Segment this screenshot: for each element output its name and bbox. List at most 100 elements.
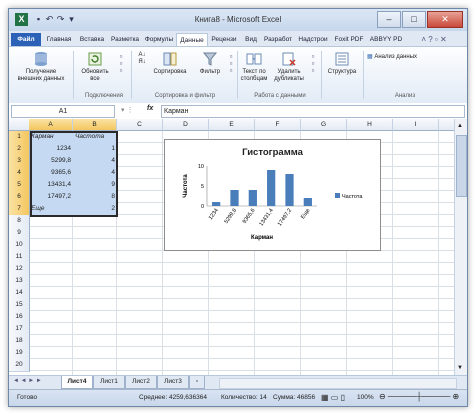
ribbon-separator: [321, 51, 322, 99]
bin-cell[interactable]: 17497,2: [29, 191, 73, 203]
row-header[interactable]: 20: [9, 359, 30, 372]
tab-addins[interactable]: Надстрои: [296, 33, 330, 46]
column-header-c[interactable]: C: [117, 119, 163, 131]
column-header-j[interactable]: J: [439, 119, 455, 131]
refresh-all-button[interactable]: Обновить все: [79, 51, 111, 83]
sheet-tab-1[interactable]: Лист1: [93, 376, 125, 389]
frequency-cell[interactable]: 8: [73, 191, 117, 203]
tab-home[interactable]: Главная: [43, 33, 75, 46]
sort-label: Сортировка: [153, 69, 187, 75]
tab-abbyy-pdf[interactable]: ABBYY PD: [368, 33, 404, 46]
vertical-scrollbar[interactable]: ▲ ▼: [454, 119, 467, 375]
histogram-chart[interactable]: Гистограмма 0 5 10 1234 5299,8 9365,6 13431,4 1…: [164, 139, 381, 251]
sort-az-icon[interactable]: A↓ Я↓: [135, 52, 149, 66]
column-header-i[interactable]: I: [393, 119, 439, 131]
tab-file[interactable]: Файл: [11, 33, 41, 46]
ribbon-separator: [131, 51, 132, 99]
sheet-nav-icons[interactable]: ◄ ◄ ► ►: [13, 378, 42, 384]
tab-formulas[interactable]: Формулы: [143, 33, 175, 46]
column-header-g[interactable]: G: [301, 119, 347, 131]
legend-swatch: [335, 193, 340, 198]
sheet-tab-4[interactable]: Лист4: [61, 376, 93, 389]
frequency-cell[interactable]: 9: [73, 179, 117, 191]
name-box[interactable]: A1: [11, 105, 115, 118]
worksheet-grid[interactable]: ABCDEFGHIJ123456789101112131415161718192…: [9, 119, 455, 375]
bin-cell[interactable]: 5299,8: [29, 155, 73, 167]
tab-data[interactable]: Данные: [176, 33, 208, 47]
get-external-data-button[interactable]: Получение внешних данных: [15, 51, 67, 83]
select-all-corner[interactable]: [9, 119, 30, 131]
filter-icon: [202, 52, 218, 66]
remove-duplicates-button[interactable]: Удалить дубликаты: [271, 51, 307, 83]
outline-button[interactable]: Структура: [325, 51, 359, 76]
group-analysis-label: Анализ: [394, 93, 416, 99]
y-tick-label: 10: [198, 164, 204, 170]
zoom-slider[interactable]: ⊖ ─────┼───── ⊕: [379, 392, 459, 401]
sheet-tab-3[interactable]: Лист3: [157, 376, 189, 389]
frequency-cell[interactable]: 1: [73, 143, 117, 155]
text-to-columns-button[interactable]: Текст по столбцам: [239, 51, 269, 83]
tab-insert[interactable]: Вставка: [77, 33, 107, 46]
advanced-filter-icons[interactable]: ▫ ▫ ▫: [227, 53, 235, 75]
bin-cell[interactable]: 1234: [29, 143, 73, 155]
horizontal-scrollbar[interactable]: [219, 378, 457, 389]
tab-review[interactable]: Рецензи: [208, 33, 240, 46]
formula-input[interactable]: Карман: [161, 105, 465, 118]
close-button[interactable]: ✕: [427, 11, 463, 28]
bin-cell[interactable]: 13431,4: [29, 179, 73, 191]
histogram-bar: [303, 198, 312, 206]
outline-label: Структура: [327, 69, 357, 75]
sheet-tab-2[interactable]: Лист2: [125, 376, 157, 389]
sort-button[interactable]: Сортировка: [149, 51, 191, 76]
column-header-f[interactable]: F: [255, 119, 301, 131]
histogram-bar: [248, 190, 257, 206]
scroll-down-icon[interactable]: ▼: [457, 365, 463, 371]
tab-view[interactable]: Вид: [242, 33, 260, 46]
x-tick-label: 5299,8: [224, 208, 239, 225]
ribbon-help-icons[interactable]: ˄ ? ▫ ✕: [409, 33, 459, 46]
tab-developer[interactable]: Разработ: [262, 33, 294, 46]
column-header-a[interactable]: A: [29, 119, 73, 131]
data-tools-small-icons[interactable]: ▫ ▫ ▫: [307, 53, 319, 75]
title-bar: X ▪ ↶ ↷ ▾ Книга8 - Microsoft Excel – □ ✕: [9, 9, 467, 31]
status-bar: Готово Среднее: 4259,636364 Количество: …: [9, 389, 467, 406]
y-tick-label: 0: [201, 204, 204, 210]
column-header-b[interactable]: B: [73, 119, 117, 131]
connections-small-icons[interactable]: ▫ ▫ ▫: [115, 53, 127, 75]
filter-button[interactable]: Фильтр: [193, 51, 227, 76]
header-cell-frequency[interactable]: Частота: [73, 131, 117, 143]
sort-icon: [163, 52, 177, 66]
column-header-d[interactable]: D: [163, 119, 209, 131]
group-sort-filter-label: Сортировка и фильтр: [154, 93, 216, 99]
remove-duplicates-icon: [282, 52, 296, 66]
insert-function-icon[interactable]: fx: [147, 105, 153, 112]
minimize-button[interactable]: –: [377, 11, 401, 28]
zoom-level[interactable]: 100%: [357, 394, 374, 401]
status-average: Среднее: 4259,636364: [139, 394, 207, 401]
data-analysis-button[interactable]: ▦ Анализ данных: [367, 54, 437, 61]
bin-cell[interactable]: 9365,6: [29, 167, 73, 179]
sheet-tabs-bar: ◄ ◄ ► ► Лист4 Лист1 Лист2 Лист3 ▫: [9, 375, 467, 390]
status-count: Количество: 14: [221, 394, 267, 401]
get-external-data-label: Получение внешних данных: [17, 69, 65, 82]
x-tick-label: 9365,6: [242, 208, 257, 225]
view-mode-icons[interactable]: ▦ ▭ ▯: [321, 393, 345, 402]
frequency-cell[interactable]: 4: [73, 167, 117, 179]
group-data-tools-label: Работа с данными: [254, 93, 306, 99]
x-tick-label: 13431,4: [258, 208, 274, 228]
scroll-up-icon[interactable]: ▲: [457, 123, 463, 129]
frequency-cell[interactable]: 2: [73, 203, 117, 215]
column-header-e[interactable]: E: [209, 119, 255, 131]
scroll-thumb[interactable]: [456, 135, 467, 197]
new-sheet-icon[interactable]: ▫: [189, 376, 205, 389]
histogram-bar: [212, 202, 221, 206]
tab-foxit-pdf[interactable]: Foxit PDF: [332, 33, 366, 46]
bin-cell[interactable]: Еще: [29, 203, 73, 215]
x-tick-label: 1234: [208, 208, 220, 221]
data-analysis-icon: ▦: [367, 54, 373, 60]
maximize-button[interactable]: □: [402, 11, 426, 28]
tab-page-layout[interactable]: Разметка: [109, 33, 141, 46]
header-cell-bin[interactable]: Карман: [29, 131, 73, 143]
column-header-h[interactable]: H: [347, 119, 393, 131]
frequency-cell[interactable]: 4: [73, 155, 117, 167]
